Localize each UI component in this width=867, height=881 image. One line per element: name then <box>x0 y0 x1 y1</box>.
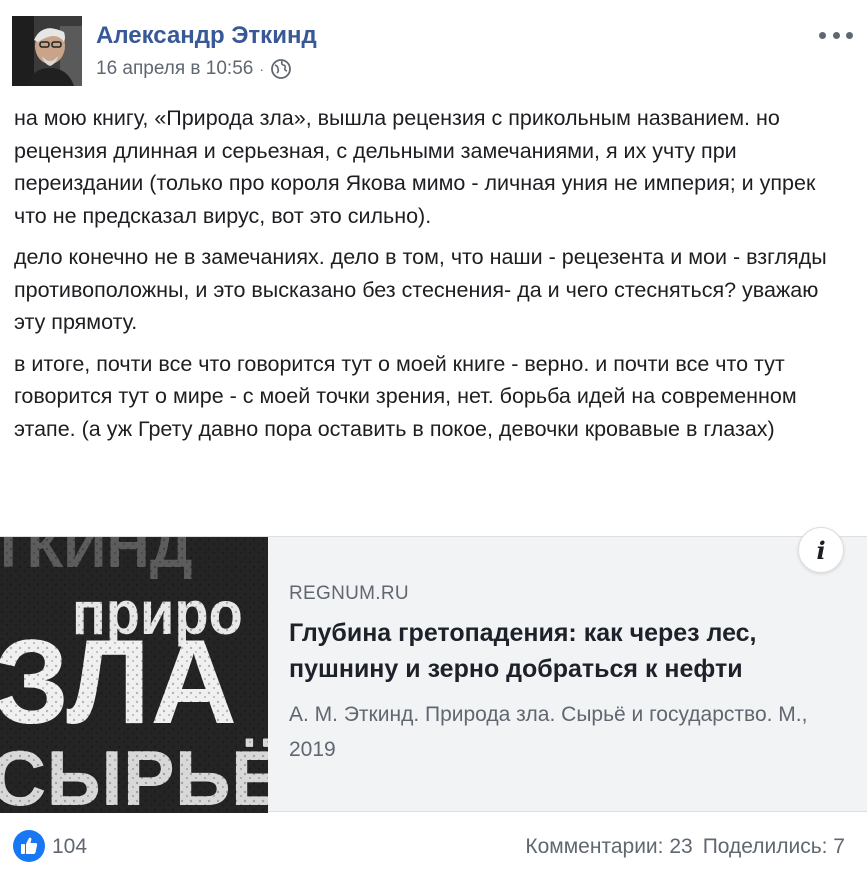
post-paragraph: в итоге, почти все что говорится тут о м… <box>14 351 797 441</box>
post-text: на мою книгу, «Природа зла», вышла рецен… <box>14 102 854 454</box>
link-text: REGNUM.RU Глубина гретопадения: как чере… <box>289 583 849 767</box>
dot-icon <box>846 31 853 39</box>
post-meta: 16 апреля в 10:56 · <box>96 58 292 80</box>
author-avatar[interactable] <box>12 16 82 86</box>
like-count[interactable]: 104 <box>52 835 87 859</box>
like-reaction-icon[interactable] <box>13 830 45 862</box>
dot-icon <box>819 31 826 39</box>
author-name-link[interactable]: Александр Эткинд <box>96 22 317 50</box>
more-options-button[interactable] <box>819 26 853 44</box>
globe-icon[interactable] <box>270 58 292 80</box>
thumbs-up-icon <box>21 837 38 854</box>
comments-count-link[interactable]: Комментарии: 23 <box>525 835 692 858</box>
dot-icon <box>832 31 840 39</box>
shares-count-link[interactable]: Поделились: 7 <box>703 835 845 858</box>
link-thumbnail: ТКИНД приро ЗЛА СЫРЬЁ <box>0 537 268 813</box>
facebook-post: Александр Эткинд 16 апреля в 10:56 · на … <box>0 0 867 881</box>
meta-separator: · <box>259 61 265 77</box>
info-button[interactable]: i <box>798 527 844 573</box>
link-title[interactable]: Глубина гретопадения: как через лес, пуш… <box>289 615 849 687</box>
info-icon: i <box>816 535 826 565</box>
link-preview-card[interactable]: ТКИНД приро ЗЛА СЫРЬЁ REGNUM.RU Глубина … <box>0 536 867 813</box>
post-stats: Комментарии: 23 Поделились: 7 <box>525 835 845 859</box>
post-paragraph: дело конечно не в замечаниях. дело в том… <box>14 245 827 334</box>
link-domain: REGNUM.RU <box>289 583 409 604</box>
post-paragraph: на мою книгу, «Природа зла», вышла рецен… <box>14 106 816 228</box>
link-description: А. М. Эткинд. Природа зла. Сырьё и госуд… <box>289 703 808 761</box>
post-timestamp[interactable]: 16 апреля в 10:56 <box>96 58 253 80</box>
author-photo <box>12 16 82 86</box>
